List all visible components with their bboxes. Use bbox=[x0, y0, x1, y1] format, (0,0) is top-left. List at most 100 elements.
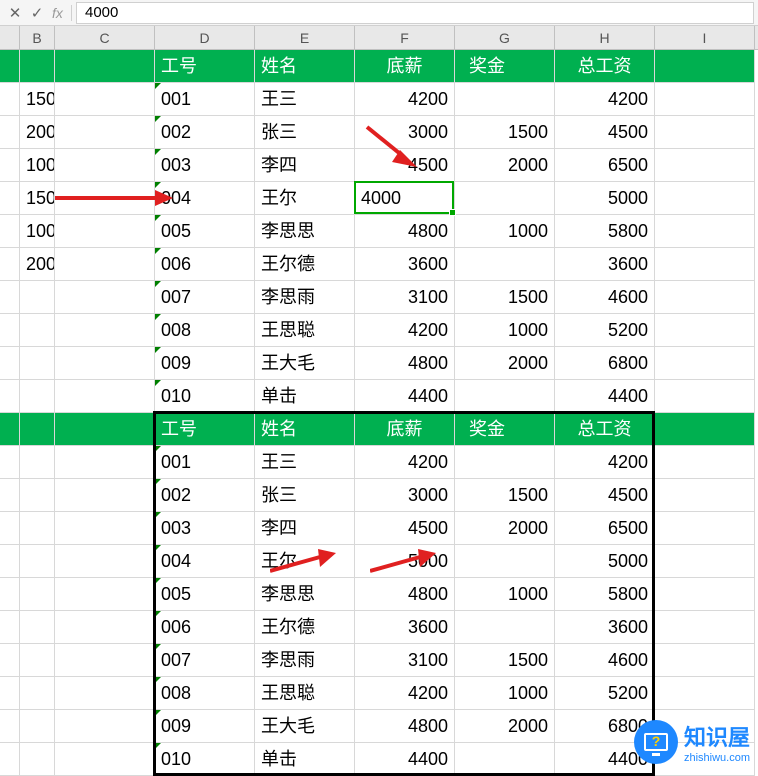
cell[interactable]: 003 bbox=[155, 149, 255, 182]
cell[interactable]: 2000 bbox=[455, 149, 555, 182]
cell[interactable]: 奖金 bbox=[455, 413, 555, 446]
cell[interactable] bbox=[20, 479, 55, 512]
cell[interactable] bbox=[0, 512, 20, 545]
cell[interactable]: 003 bbox=[155, 512, 255, 545]
cell[interactable] bbox=[55, 644, 155, 677]
cell[interactable]: 007 bbox=[155, 644, 255, 677]
cell[interactable] bbox=[55, 182, 155, 215]
cell[interactable]: 4200 bbox=[555, 83, 655, 116]
cell[interactable]: 008 bbox=[155, 314, 255, 347]
cell[interactable]: 王尔德 bbox=[255, 248, 355, 281]
cell[interactable]: 4500 bbox=[555, 116, 655, 149]
spreadsheet-grid[interactable]: 工号姓名底薪奖金总工资1500001王三420042002000002张三300… bbox=[0, 50, 758, 776]
cell[interactable]: 010 bbox=[155, 380, 255, 413]
cell[interactable] bbox=[0, 545, 20, 578]
cell[interactable]: 王大毛 bbox=[255, 710, 355, 743]
cancel-icon[interactable]: ✕ bbox=[4, 4, 26, 22]
cell[interactable] bbox=[455, 182, 555, 215]
cell[interactable]: 1500 bbox=[20, 182, 55, 215]
cell[interactable]: 工号 bbox=[155, 413, 255, 446]
cell[interactable]: 2000 bbox=[20, 248, 55, 281]
cell[interactable]: 1500 bbox=[455, 644, 555, 677]
cell[interactable]: 2000 bbox=[455, 512, 555, 545]
cell[interactable]: 底薪 bbox=[355, 413, 455, 446]
cell[interactable] bbox=[20, 743, 55, 776]
cell[interactable]: 4500 bbox=[355, 512, 455, 545]
cell[interactable]: 6500 bbox=[555, 149, 655, 182]
cell[interactable]: 4200 bbox=[355, 677, 455, 710]
cell[interactable] bbox=[20, 413, 55, 446]
cell[interactable] bbox=[0, 413, 20, 446]
cell[interactable]: 3600 bbox=[555, 611, 655, 644]
cell[interactable]: 5200 bbox=[555, 314, 655, 347]
cell[interactable] bbox=[0, 677, 20, 710]
cell[interactable] bbox=[55, 83, 155, 116]
cell[interactable] bbox=[20, 512, 55, 545]
cell[interactable]: 009 bbox=[155, 347, 255, 380]
cell[interactable] bbox=[20, 380, 55, 413]
cell[interactable] bbox=[0, 314, 20, 347]
cell[interactable] bbox=[0, 710, 20, 743]
cell[interactable]: 5000 bbox=[355, 545, 455, 578]
cell[interactable]: 3600 bbox=[355, 611, 455, 644]
cell[interactable] bbox=[55, 149, 155, 182]
cell[interactable] bbox=[0, 215, 20, 248]
cell[interactable]: 5000 bbox=[555, 182, 655, 215]
confirm-icon[interactable]: ✓ bbox=[26, 4, 48, 22]
cell[interactable] bbox=[0, 50, 20, 83]
cell[interactable] bbox=[55, 677, 155, 710]
cell[interactable]: 总工资 bbox=[555, 413, 655, 446]
cell[interactable] bbox=[0, 83, 20, 116]
col-header[interactable] bbox=[0, 26, 20, 49]
cell[interactable] bbox=[55, 446, 155, 479]
cell[interactable]: 4500 bbox=[555, 479, 655, 512]
cell[interactable]: 张三 bbox=[255, 116, 355, 149]
cell[interactable] bbox=[20, 446, 55, 479]
cell[interactable]: 张三 bbox=[255, 479, 355, 512]
cell[interactable]: 1000 bbox=[455, 578, 555, 611]
cell[interactable]: 4600 bbox=[555, 281, 655, 314]
cell[interactable]: 3600 bbox=[555, 248, 655, 281]
cell[interactable]: 4200 bbox=[555, 446, 655, 479]
cell[interactable]: 3000 bbox=[355, 479, 455, 512]
cell[interactable]: 单击 bbox=[255, 380, 355, 413]
cell[interactable] bbox=[655, 644, 755, 677]
cell[interactable] bbox=[55, 281, 155, 314]
cell[interactable] bbox=[55, 248, 155, 281]
cell[interactable]: 5200 bbox=[555, 677, 655, 710]
cell[interactable] bbox=[655, 182, 755, 215]
cell[interactable] bbox=[455, 83, 555, 116]
cell[interactable] bbox=[0, 611, 20, 644]
cell[interactable] bbox=[55, 215, 155, 248]
cell[interactable]: 王尔 bbox=[255, 545, 355, 578]
cell[interactable]: 1500 bbox=[455, 281, 555, 314]
cell[interactable] bbox=[455, 248, 555, 281]
cell[interactable]: 4400 bbox=[555, 380, 655, 413]
cell[interactable] bbox=[0, 578, 20, 611]
cell[interactable]: 李思雨 bbox=[255, 644, 355, 677]
cell[interactable]: 王思聪 bbox=[255, 314, 355, 347]
cell[interactable]: 6800 bbox=[555, 347, 655, 380]
cell[interactable]: 010 bbox=[155, 743, 255, 776]
cell[interactable] bbox=[55, 578, 155, 611]
cell[interactable]: 3000 bbox=[355, 116, 455, 149]
cell[interactable] bbox=[455, 380, 555, 413]
cell[interactable]: 1000 bbox=[455, 314, 555, 347]
cell[interactable] bbox=[655, 545, 755, 578]
cell[interactable]: 005 bbox=[155, 578, 255, 611]
cell[interactable]: 李思雨 bbox=[255, 281, 355, 314]
cell[interactable]: 1500 bbox=[455, 479, 555, 512]
cell[interactable] bbox=[655, 347, 755, 380]
cell[interactable] bbox=[55, 479, 155, 512]
cell[interactable]: 李思思 bbox=[255, 578, 355, 611]
cell[interactable] bbox=[0, 644, 20, 677]
cell[interactable]: 001 bbox=[155, 83, 255, 116]
cell[interactable]: 005 bbox=[155, 215, 255, 248]
cell[interactable] bbox=[20, 644, 55, 677]
cell[interactable]: 3100 bbox=[355, 281, 455, 314]
col-header[interactable]: E bbox=[255, 26, 355, 49]
cell[interactable]: 3600 bbox=[355, 248, 455, 281]
cell[interactable]: 007 bbox=[155, 281, 255, 314]
cell[interactable]: 1000 bbox=[20, 149, 55, 182]
cell[interactable]: 王三 bbox=[255, 446, 355, 479]
